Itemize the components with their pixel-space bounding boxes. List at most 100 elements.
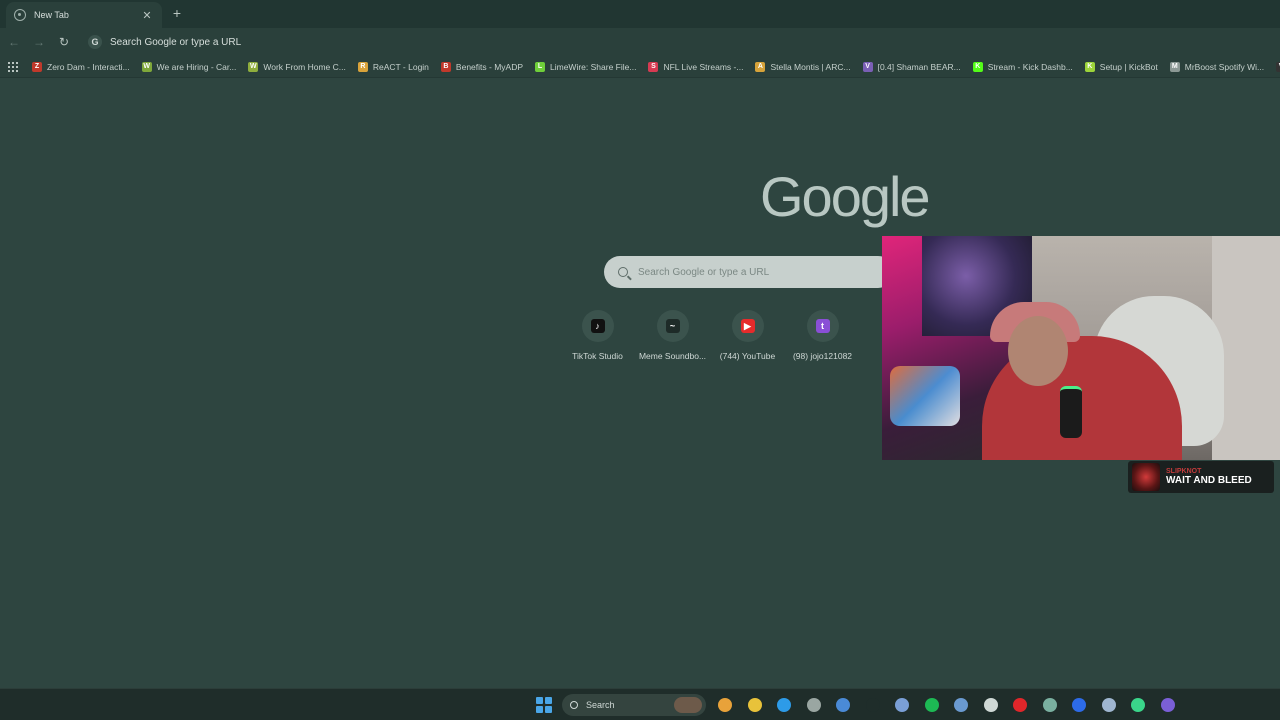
colorful-app-icon[interactable]	[891, 694, 913, 716]
search-placeholder[interactable]: Search Google or type a URL	[638, 267, 769, 278]
shortcut-tile[interactable]: ♪ TikTok Studio	[560, 310, 635, 361]
bookmark-favicon-icon: L	[535, 61, 545, 72]
search-highlight-icon	[674, 697, 702, 713]
taskbar-search[interactable]: Search	[562, 694, 706, 716]
shortcut-tile[interactable]: ▶ (744) YouTube	[710, 310, 785, 361]
chrome-icon[interactable]	[714, 694, 736, 716]
spotify-glyph	[924, 698, 939, 712]
bookmark-label: Setup | KickBot	[1099, 61, 1158, 72]
windows-start-icon[interactable]	[536, 697, 552, 713]
apps-grid-icon[interactable]	[8, 61, 18, 72]
address-bar-text[interactable]: Search Google or type a URL	[110, 37, 241, 48]
window-app-glyph	[954, 698, 968, 712]
steam-icon[interactable]	[1098, 694, 1120, 716]
edge-glyph	[777, 698, 791, 712]
bookmark-label: Work From Home C...	[263, 61, 346, 72]
shortcut-icon: ~	[656, 310, 689, 342]
bookmark-favicon-icon: R	[357, 61, 368, 72]
address-bar[interactable]: G Search Google or type a URL	[82, 31, 1272, 53]
shortcut-favicon-icon: ▶	[740, 319, 755, 333]
bookmark-item[interactable]: A Stella Montis | ARC...	[755, 61, 851, 72]
bookmark-item[interactable]: B Benefits - MyADP	[440, 61, 523, 72]
taskbar-search-label: Search	[586, 700, 615, 710]
bookmark-item[interactable]: M MrBoost Spotify Wi...	[1169, 61, 1265, 72]
close-tab-icon[interactable]: ✕	[140, 9, 154, 22]
opera-icon[interactable]	[1009, 694, 1031, 716]
bookmark-label: MrBoost Spotify Wi...	[1184, 61, 1265, 72]
tab-new-tab[interactable]: New Tab ✕	[6, 2, 162, 28]
reload-button[interactable]: ↻	[53, 31, 75, 53]
cam-colorful-object	[890, 366, 960, 426]
bookmark-label: LimeWire: Share File...	[550, 61, 637, 72]
bookmark-item[interactable]: W Work From Home C...	[248, 61, 346, 72]
taskbar-apps	[714, 694, 1186, 716]
discord-icon[interactable]	[1157, 694, 1179, 716]
tab-strip: New Tab ✕ +	[0, 0, 1280, 28]
bookmark-item[interactable]: Z Zero Dam - Interacti...	[32, 61, 130, 72]
folder-glyph	[747, 698, 762, 712]
window-app-icon[interactable]	[950, 694, 972, 716]
bookmark-item[interactable]: VVoicemod Tuna: f	[1276, 61, 1280, 72]
bookmark-item[interactable]: R ReACT - Login	[357, 61, 429, 72]
bookmark-favicon-icon: W	[248, 61, 259, 72]
shortcut-label: (744) YouTube	[719, 351, 776, 361]
media-player-icon[interactable]	[1068, 694, 1090, 716]
webcam-overlay	[882, 236, 1280, 460]
shortcut-favicon-icon: ♪	[590, 319, 605, 333]
bookmark-favicon-icon: A	[755, 61, 766, 72]
back-button[interactable]: ←	[3, 31, 25, 53]
album-art	[1132, 463, 1160, 491]
bookmark-item[interactable]: K Setup | KickBot	[1084, 61, 1158, 72]
store-icon[interactable]	[803, 694, 825, 716]
tab-title: New Tab	[34, 10, 69, 20]
bookmark-label: Zero Dam - Interacti...	[47, 61, 130, 72]
bookmark-item[interactable]: L LimeWire: Share File...	[535, 61, 637, 72]
bookmark-item[interactable]: K Stream - Kick Dashb...	[972, 61, 1073, 72]
new-tab-button[interactable]: +	[168, 4, 186, 22]
bookmark-item[interactable]: V [0.4] Shaman BEAR...	[862, 61, 961, 72]
folder-icon[interactable]	[744, 694, 766, 716]
bookmark-favicon-icon: W	[141, 61, 152, 72]
cam-person-head	[1008, 316, 1068, 386]
bookmark-favicon-icon: V	[1276, 61, 1280, 72]
edge-icon[interactable]	[773, 694, 795, 716]
bookmark-label: NFL Live Streams -...	[663, 61, 744, 72]
taskbar: Search	[0, 688, 1280, 720]
android-app-icon[interactable]	[1127, 694, 1149, 716]
bookmark-favicon-icon: M	[1169, 61, 1180, 72]
shortcut-icon: ▶	[731, 310, 764, 342]
bookmarks-bar: Z Zero Dam - Interacti... W We are Hiring -…	[0, 56, 1280, 78]
shortcut-icon: t	[806, 310, 839, 342]
xbox-glyph	[983, 698, 998, 712]
now-playing-song: WAIT AND BLEED	[1166, 475, 1252, 486]
photos-icon[interactable]	[832, 694, 854, 716]
forward-button[interactable]: →	[28, 31, 50, 53]
shortcut-tile[interactable]: ~ Meme Soundbo...	[635, 310, 710, 361]
bookmark-favicon-icon: V	[862, 61, 873, 72]
xbox-icon[interactable]	[980, 694, 1002, 716]
shortcut-tile[interactable]: t (98) jojo121082	[785, 310, 860, 361]
now-playing-artist: SLIPKNOT	[1166, 468, 1202, 475]
bookmark-favicon-icon: S	[648, 61, 659, 72]
bookmark-item[interactable]: S NFL Live Streams -...	[648, 61, 744, 72]
search-icon	[618, 267, 628, 277]
notepad-icon[interactable]	[1039, 694, 1061, 716]
cam-microphone	[1060, 386, 1082, 438]
chrome-glyph	[718, 698, 732, 712]
bookmark-item[interactable]: W We are Hiring - Car...	[141, 61, 236, 72]
chrome-tab-icon	[14, 9, 26, 21]
shortcut-label: (98) jojo121082	[792, 351, 853, 361]
spotify-icon[interactable]	[921, 694, 943, 716]
notepad-glyph	[1042, 698, 1057, 712]
blank-icon[interactable]	[862, 694, 884, 716]
photos-glyph	[836, 698, 850, 712]
bookmark-favicon-icon: K	[1084, 61, 1095, 72]
bookmark-label: ReACT - Login	[372, 61, 429, 72]
store-glyph	[806, 698, 821, 712]
google-search-box[interactable]: Search Google or type a URL	[604, 256, 894, 288]
bookmark-label: [0.4] Shaman BEAR...	[877, 61, 961, 72]
media-player-glyph	[1072, 698, 1086, 712]
blank-glyph	[865, 698, 880, 712]
colorful-app-glyph	[895, 698, 909, 712]
google-logo: Google	[760, 165, 931, 228]
